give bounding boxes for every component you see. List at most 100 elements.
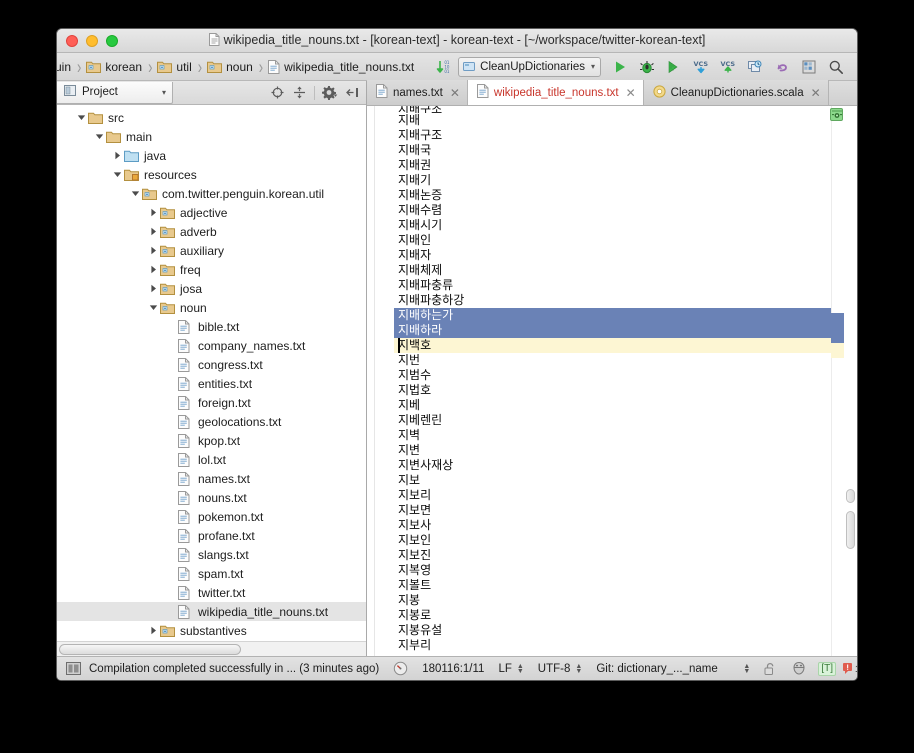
tree-node-spam-txt[interactable]: spam.txt <box>57 564 366 583</box>
close-icon[interactable]: ✕ <box>626 86 636 100</box>
editor-line[interactable]: 지보면 <box>394 503 831 518</box>
chevron-right-icon[interactable] <box>111 151 124 160</box>
chevron-right-icon[interactable] <box>147 626 160 635</box>
editor-line[interactable]: 지배구조 <box>394 128 831 143</box>
tree-node-java[interactable]: java <box>57 146 366 165</box>
editor-line[interactable]: 지배인 <box>394 233 831 248</box>
editor-line[interactable]: 지벽 <box>394 428 831 443</box>
editor-line[interactable]: 지보리 <box>394 488 831 503</box>
tree-node-adjective[interactable]: adjective <box>57 203 366 222</box>
editor-line[interactable]: 지보진 <box>394 548 831 563</box>
collapse-icon[interactable] <box>289 83 309 103</box>
undo-button[interactable] <box>769 55 795 79</box>
inspection-ok-icon[interactable] <box>830 108 843 121</box>
vcs-branch-selector[interactable]: Git: dictionary_..._name ▲ ▼ <box>589 657 757 680</box>
editor-line[interactable]: 지변사재상 <box>394 458 831 473</box>
tree-node-twitter-txt[interactable]: twitter.txt <box>57 583 366 602</box>
chevron-right-icon[interactable] <box>147 246 160 255</box>
close-icon[interactable]: ✕ <box>450 86 460 100</box>
editor-line[interactable]: 지보사 <box>394 518 831 533</box>
tree-node-auxiliary[interactable]: auxiliary <box>57 241 366 260</box>
unlocked-icon[interactable] <box>757 657 784 680</box>
editor-line[interactable]: 지봉 <box>394 593 831 608</box>
tree-node-bible-txt[interactable]: bible.txt <box>57 317 366 336</box>
tree-node-adverb[interactable]: adverb <box>57 222 366 241</box>
chevron-down-icon[interactable] <box>111 170 124 179</box>
project-tree[interactable]: src main java resources com.twitter.penguin.… <box>57 105 366 641</box>
editor-tab-wikipedia-title-nouns-txt[interactable]: wikipedia_title_nouns.txt ✕ <box>467 80 644 105</box>
tree-node-src[interactable]: src <box>57 108 366 127</box>
editor-line[interactable]: 지배하는가 <box>394 308 831 323</box>
editor-line[interactable]: 지봉로 <box>394 608 831 623</box>
editor-line[interactable]: 지배기 <box>394 173 831 188</box>
breadcrumb-item-wikipedia-title-nouns-txt[interactable]: wikipedia_title_nouns.txt <box>266 59 416 74</box>
editor-line[interactable]: 지볼트 <box>394 578 831 593</box>
project-tree-hscrollbar[interactable] <box>57 641 366 656</box>
scrollbar-thumb-small[interactable] <box>846 489 855 503</box>
scrollbar-thumb[interactable] <box>59 643 241 655</box>
editor-line[interactable]: 지배시기 <box>394 218 831 233</box>
editor-line[interactable]: 지백호 <box>394 338 831 353</box>
editor-line[interactable]: 지배논증 <box>394 188 831 203</box>
update-project-button[interactable]: VCS <box>688 55 714 79</box>
chevron-right-icon[interactable] <box>147 208 160 217</box>
tree-node-freq[interactable]: freq <box>57 260 366 279</box>
tree-node-resources[interactable]: resources <box>57 165 366 184</box>
hide-icon[interactable] <box>342 83 362 103</box>
settings-button[interactable] <box>796 55 822 79</box>
tree-node-josa[interactable]: josa <box>57 279 366 298</box>
tree-node-profane-txt[interactable]: profane.txt <box>57 526 366 545</box>
run-with-coverage-button[interactable] <box>661 55 687 79</box>
tree-node-pokemon-txt[interactable]: pokemon.txt <box>57 507 366 526</box>
editor-line[interactable]: 지보인 <box>394 533 831 548</box>
tree-node-foreign-txt[interactable]: foreign.txt <box>57 393 366 412</box>
tree-node-entities-txt[interactable]: entities.txt <box>57 374 366 393</box>
caret-position[interactable]: 180116:1/11 <box>415 657 491 680</box>
memory-gauge-icon[interactable] <box>386 657 415 680</box>
scrollbar-thumb[interactable] <box>846 511 855 549</box>
run-button[interactable] <box>607 55 633 79</box>
build-status[interactable]: Compilation completed successfully in ..… <box>57 657 386 680</box>
editor-text[interactable]: 지배구조 지배 지배구조 지배국 지배권 지배기 지배논증 지배수렴 지배시기 지배인 지배자 지배체… <box>375 106 831 656</box>
search-everywhere-button[interactable] <box>823 55 849 79</box>
close-icon[interactable]: ✕ <box>811 86 821 100</box>
chevron-down-icon[interactable] <box>147 303 160 312</box>
editor-line[interactable]: 지배국 <box>394 143 831 158</box>
editor-line[interactable]: 지부리 <box>394 638 831 653</box>
editor-line[interactable]: 지범수 <box>394 368 831 383</box>
editor-line[interactable]: 지봉유설 <box>394 623 831 638</box>
tree-node-lol-txt[interactable]: lol.txt <box>57 450 366 469</box>
editor-line[interactable]: 지배파충류 <box>394 278 831 293</box>
encoding-selector[interactable]: UTF-8 ▲ ▼ <box>531 657 590 680</box>
editor-vscrollbar[interactable] <box>844 106 857 656</box>
sync-button[interactable] <box>742 55 768 79</box>
debug-button[interactable] <box>634 55 660 79</box>
commit-changes-button[interactable]: VCS <box>715 55 741 79</box>
gear-icon[interactable] <box>320 83 340 103</box>
breadcrumb-item-uin[interactable]: uin <box>57 60 73 74</box>
hector-icon[interactable] <box>784 657 814 680</box>
chevron-down-icon[interactable] <box>129 189 142 198</box>
breadcrumb-item-util[interactable]: util <box>155 60 193 74</box>
tree-node-nouns-txt[interactable]: nouns.txt <box>57 488 366 507</box>
editor-line[interactable]: 지베렌린 <box>394 413 831 428</box>
editor-line[interactable]: 지배하라 <box>394 323 831 338</box>
run-configuration-selector[interactable]: CleanUpDictionaries ▾ <box>458 56 601 77</box>
editor-line[interactable]: 지배수렴 <box>394 203 831 218</box>
tree-node-names-txt[interactable]: names.txt <box>57 469 366 488</box>
tree-node-com-twitter-penguin-korean-util[interactable]: com.twitter.penguin.korean.util <box>57 184 366 203</box>
chevron-right-icon[interactable] <box>147 227 160 236</box>
editor-line[interactable]: 지배 <box>394 113 831 128</box>
notification-badge[interactable]: 1 <box>840 657 857 680</box>
tree-node-company-names-txt[interactable]: company_names.txt <box>57 336 366 355</box>
editor-line[interactable]: 지베 <box>394 398 831 413</box>
tree-node-main[interactable]: main <box>57 127 366 146</box>
editor-tab-names-txt[interactable]: names.txt ✕ <box>367 80 468 105</box>
editor-line[interactable]: 지보 <box>394 473 831 488</box>
tree-node-slangs-txt[interactable]: slangs.txt <box>57 545 366 564</box>
chevron-right-icon[interactable] <box>147 265 160 274</box>
editor-tab-cleanupdictionaries-scala[interactable]: CleanupDictionaries.scala ✕ <box>643 80 829 105</box>
tree-node-geolocations-txt[interactable]: geolocations.txt <box>57 412 366 431</box>
editor-line[interactable]: 지배체제 <box>394 263 831 278</box>
project-tab[interactable]: Project ▾ <box>57 81 173 104</box>
